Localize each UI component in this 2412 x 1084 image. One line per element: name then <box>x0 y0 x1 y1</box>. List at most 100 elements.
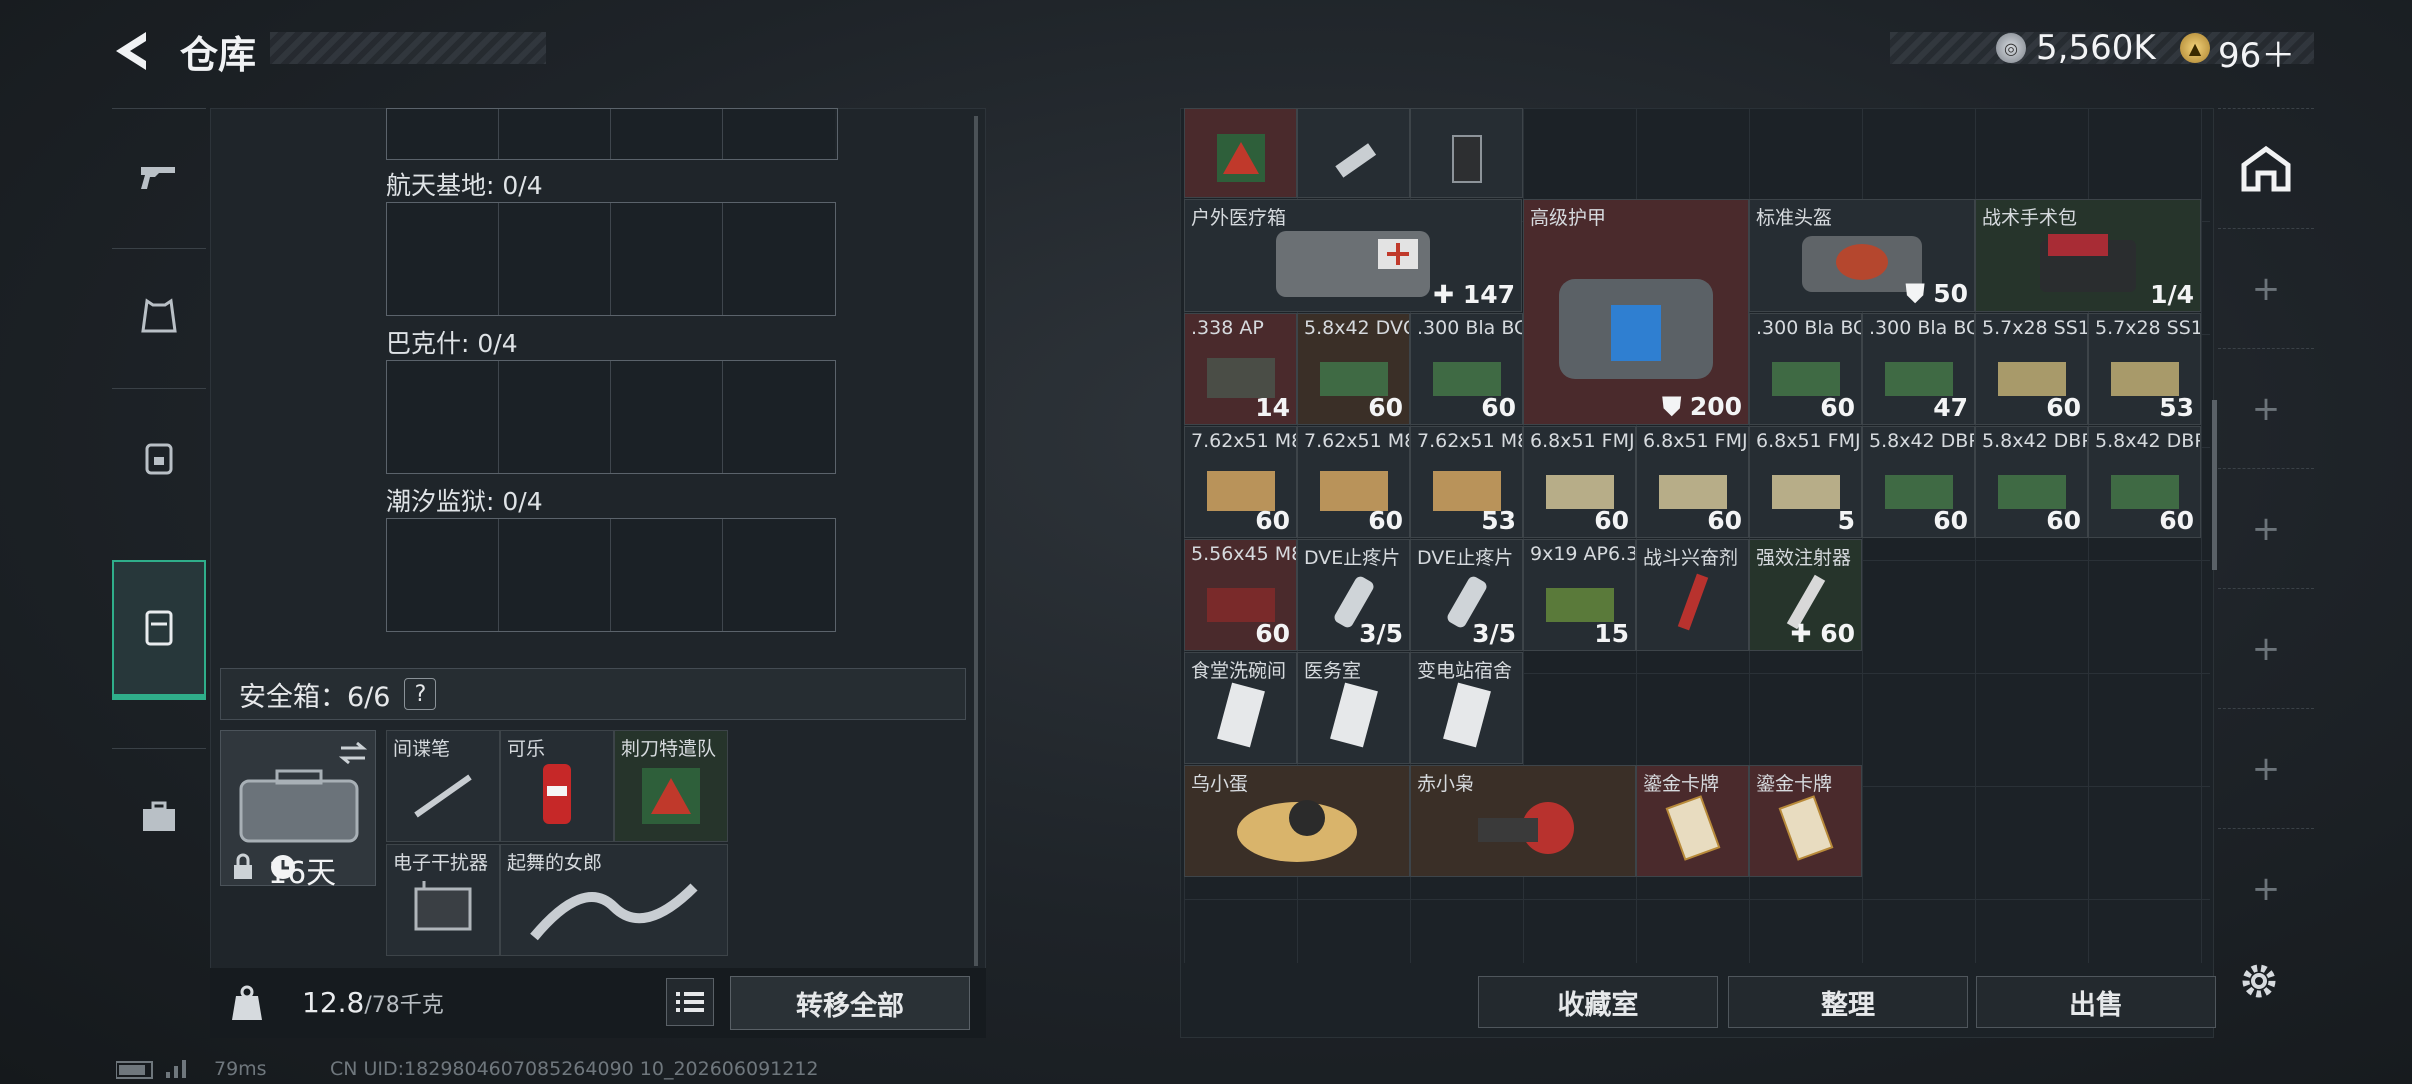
empty-slot[interactable] <box>499 361 611 473</box>
item-count: 14 <box>1255 393 1290 422</box>
empty-slot[interactable] <box>723 519 835 631</box>
ammo-58x42-dvc12[interactable]: 5.8x42 DVC12 60 <box>1297 313 1410 425</box>
collectible-gilded-card[interactable]: 鎏金卡牌 <box>1749 765 1862 877</box>
empty-slot[interactable] <box>611 361 723 473</box>
safe-item-dancing-lady[interactable]: 起舞的女郎 <box>500 844 728 956</box>
item-dve-painkiller[interactable]: DVE止疼片 3/5 <box>1297 539 1410 651</box>
ammo-57x28-ss193[interactable]: 5.7x28 SS193 60 <box>1975 313 2088 425</box>
ammo-556x45-m855a1[interactable]: 5.56x45 M855A1 60 <box>1184 539 1297 651</box>
item-name: 间谍笔 <box>393 738 451 760</box>
storage-home-tab[interactable] <box>2218 108 2314 228</box>
safe-item-cola[interactable]: 可乐 <box>500 730 614 842</box>
item-name: 5.8x42 DVC12 <box>1304 317 1409 339</box>
swap-icon[interactable] <box>337 739 369 767</box>
list-view-button[interactable] <box>666 978 714 1026</box>
item-slot[interactable] <box>1297 108 1410 198</box>
ammo-762x51-m80[interactable]: 7.62x51 M80 60 <box>1297 426 1410 538</box>
safe-item-bayonet-squad[interactable]: 刺刀特遣队 <box>614 730 728 842</box>
sort-button[interactable]: 整理 <box>1728 976 1968 1028</box>
transfer-all-button[interactable]: 转移全部 <box>730 976 970 1030</box>
ammo-300-bla-bcp-fmj[interactable]: .300 Bla BCP FMJ 60 <box>1749 313 1862 425</box>
empty-slot[interactable] <box>723 203 835 315</box>
rail-toolbox[interactable] <box>112 748 206 884</box>
ammo-762x51-m80[interactable]: 7.62x51 M80 60 <box>1184 426 1297 538</box>
add-storage-slot[interactable]: + <box>2218 588 2314 708</box>
rail-safe-container[interactable] <box>112 560 206 700</box>
item-count: 47 <box>1933 393 1968 422</box>
item-tactical-surgery-kit[interactable]: 战术手术包 1/4 <box>1975 199 2201 312</box>
ammo-68x51-fmj[interactable]: 6.8x51 FMJ 60 <box>1636 426 1749 538</box>
add-storage-slot[interactable]: + <box>2218 468 2314 588</box>
empty-slot[interactable] <box>611 203 723 315</box>
item-slot[interactable] <box>611 109 723 159</box>
back-arrow-icon[interactable] <box>110 28 156 74</box>
add-storage-slot[interactable]: + <box>2218 348 2314 468</box>
item-slot[interactable] <box>387 109 499 159</box>
keycard-infirmary[interactable]: 医务室 <box>1297 652 1410 764</box>
gold-value[interactable]: 96＋ <box>2218 28 2295 77</box>
empty-slot[interactable] <box>387 519 499 631</box>
left-category-rail <box>112 108 206 868</box>
ammo-57x28-ss193[interactable]: 5.7x28 SS193 53 <box>2088 313 2201 425</box>
safe-items-grid: 间谍笔 可乐 刺刀特遣队 电子干扰器 起舞的女郎 <box>386 730 728 956</box>
item-outdoor-medkit[interactable]: 户外医疗箱 ✚ 147 <box>1184 199 1522 312</box>
rail-armor[interactable] <box>112 248 206 384</box>
rail-backpack[interactable] <box>112 388 206 524</box>
ammo-9x19-ap63[interactable]: 9x19 AP6.3 15 <box>1523 539 1636 651</box>
left-scrollbar[interactable] <box>974 116 978 966</box>
plus-icon: + <box>2251 508 2281 549</box>
collectible-chi-xiao-xiao[interactable]: 赤小枭 <box>1410 765 1636 877</box>
list-icon <box>676 992 704 1012</box>
add-storage-slot[interactable]: + <box>2218 708 2314 828</box>
item-count: ✚ 147 <box>1433 280 1515 309</box>
collection-room-button[interactable]: 收藏室 <box>1478 976 1718 1028</box>
item-count-value: 200 <box>1689 392 1742 421</box>
rail-weapons[interactable] <box>112 108 206 244</box>
settings-gear-icon[interactable] <box>2236 958 2282 1004</box>
plus-icon: + <box>2251 628 2281 669</box>
safe-item-jammer[interactable]: 电子干扰器 <box>386 844 500 956</box>
add-storage-slot[interactable]: + <box>2218 828 2314 948</box>
ammo-300-bla-bcp-fmj[interactable]: .300 Bla BCP FMJ 60 <box>1410 313 1523 425</box>
empty-slot[interactable] <box>611 519 723 631</box>
ammo-58x42-dbp10[interactable]: 5.8x42 DBP10 60 <box>2088 426 2201 538</box>
plus-icon: + <box>2251 388 2281 429</box>
item-slot[interactable] <box>499 109 611 159</box>
collectible-gilded-card[interactable]: 鎏金卡牌 <box>1636 765 1749 877</box>
keycard-canteen[interactable]: 食堂洗碗间 <box>1184 652 1297 764</box>
add-storage-slot[interactable]: + <box>2218 228 2314 348</box>
safe-item-spy-pen[interactable]: 间谍笔 <box>386 730 500 842</box>
empty-slot[interactable] <box>499 519 611 631</box>
help-button[interactable]: ? <box>404 678 437 710</box>
right-scrollbar[interactable] <box>2212 400 2217 570</box>
item-dve-painkiller[interactable]: DVE止疼片 3/5 <box>1410 539 1523 651</box>
ammo-338-ap[interactable]: .338 AP 14 <box>1184 313 1297 425</box>
ammo-300-bla-bcp-fmj[interactable]: .300 Bla BCP FMJ 47 <box>1862 313 1975 425</box>
ammo-58x42-dbp10[interactable]: 5.8x42 DBP10 60 <box>1862 426 1975 538</box>
item-advanced-armor[interactable]: 高级护甲 ⛊ 200 <box>1523 199 1749 425</box>
gold-coin-icon[interactable]: ▲ <box>2180 33 2210 63</box>
ammo-762x51-m80[interactable]: 7.62x51 M80 53 <box>1410 426 1523 538</box>
item-standard-helmet[interactable]: 标准头盔 ⛊ 50 <box>1749 199 1975 312</box>
sell-button[interactable]: 出售 <box>1976 976 2216 1028</box>
empty-slot[interactable] <box>723 109 835 159</box>
item-potent-injector[interactable]: 强效注射器 ✚ 60 <box>1749 539 1862 651</box>
item-slot[interactable] <box>1410 108 1523 198</box>
item-combat-stimulant[interactable]: 战斗兴奋剂 <box>1636 539 1749 651</box>
ammo-68x51-fmj[interactable]: 6.8x51 FMJ 5 <box>1749 426 1862 538</box>
ammo-58x42-dbp10[interactable]: 5.8x42 DBP10 60 <box>1975 426 2088 538</box>
empty-slot[interactable] <box>387 361 499 473</box>
empty-slot[interactable] <box>387 203 499 315</box>
collectible-wu-xiao-dan[interactable]: 乌小蛋 <box>1184 765 1410 877</box>
item-count: 53 <box>1481 506 1516 535</box>
item-slot[interactable] <box>1184 108 1297 198</box>
item-name: .300 Bla BCP FMJ <box>1869 317 1974 339</box>
empty-slot[interactable] <box>499 203 611 315</box>
weight-value: 12.8/78千克 <box>302 986 444 1019</box>
keycard-substation-dorm[interactable]: 变电站宿舍 <box>1410 652 1523 764</box>
ammo-68x51-fmj[interactable]: 6.8x51 FMJ 60 <box>1523 426 1636 538</box>
item-name: 强效注射器 <box>1756 547 1852 569</box>
empty-slot[interactable] <box>723 361 835 473</box>
item-name: 7.62x51 M80 <box>1304 430 1409 452</box>
item-name: 5.8x42 DBP10 <box>1982 430 2087 452</box>
